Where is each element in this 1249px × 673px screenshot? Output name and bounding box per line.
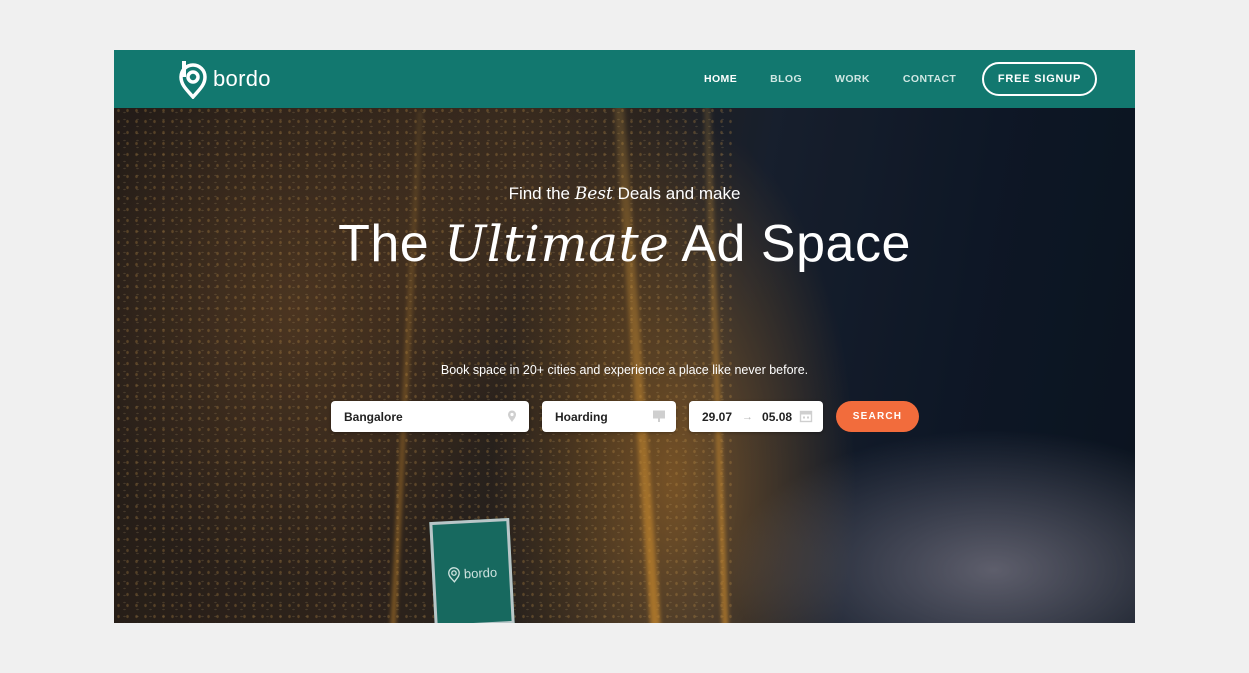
- hero-tagline: Find the Best Deals and make: [114, 184, 1135, 204]
- tagline-text: Find the: [508, 184, 570, 203]
- ad-type-select[interactable]: Hoarding: [542, 401, 676, 432]
- location-value: Bangalore: [344, 409, 403, 424]
- search-button[interactable]: SEARCH: [836, 401, 919, 432]
- free-signup-button[interactable]: FREE SIGNUP: [982, 62, 1097, 96]
- location-input[interactable]: Bangalore: [331, 401, 529, 432]
- nav-work[interactable]: WORK: [835, 73, 870, 85]
- main-menu: HOME BLOG WORK CONTACT: [704, 50, 989, 108]
- date-from: 29.07: [702, 409, 733, 424]
- tagline-emphasis: Best: [574, 184, 613, 204]
- top-navbar: bordo HOME BLOG WORK CONTACT FREE SIGNUP: [114, 50, 1135, 108]
- calendar-icon: [799, 410, 813, 423]
- headline-text: The: [338, 215, 430, 273]
- brand-logo[interactable]: bordo: [177, 59, 271, 99]
- headline-text: Ad Space: [681, 215, 911, 273]
- billboard-brand-text: bordo: [463, 564, 498, 581]
- hero-background-image: bordo: [114, 50, 1135, 623]
- nav-home[interactable]: HOME: [704, 73, 737, 85]
- hero-headline: The Ultimate Ad Space: [114, 214, 1135, 274]
- billboard-image: bordo: [429, 517, 515, 623]
- tagline-text: Deals and make: [617, 184, 741, 203]
- map-pin-icon: [508, 410, 516, 422]
- headline-emphasis: Ultimate: [444, 215, 670, 273]
- date-range-input[interactable]: 29.07 → 05.08: [689, 401, 823, 432]
- bordo-logo-icon: [447, 567, 460, 583]
- landing-page-frame: bordo bordo HOME BLOG WORK CONTACT FREE …: [114, 50, 1135, 623]
- hero-overlay: [114, 50, 1135, 623]
- nav-blog[interactable]: BLOG: [770, 73, 802, 85]
- arrow-right-icon: →: [742, 410, 754, 423]
- billboard-icon: [653, 410, 665, 422]
- bordo-logo-icon: [179, 61, 207, 99]
- nav-contact[interactable]: CONTACT: [903, 73, 956, 85]
- brand-name: bordo: [213, 66, 271, 91]
- ad-type-value: Hoarding: [555, 409, 608, 424]
- hero-subtext: Book space in 20+ cities and experience …: [440, 363, 809, 377]
- date-to: 05.08: [762, 409, 793, 424]
